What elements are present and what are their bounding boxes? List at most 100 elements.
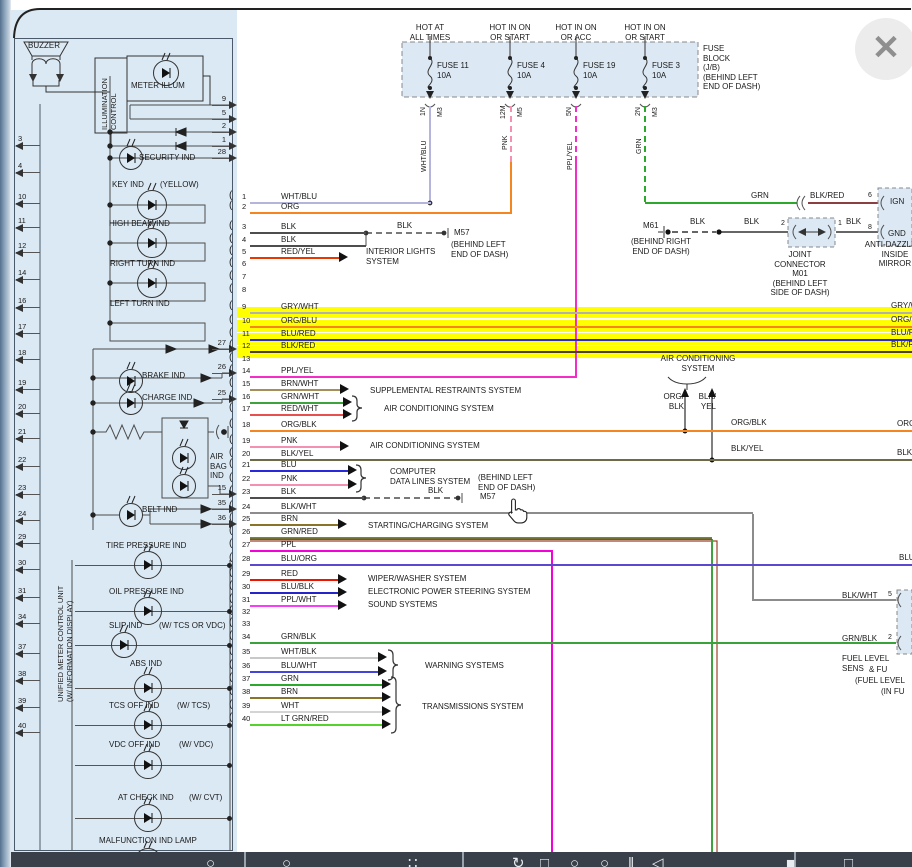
wire-row-number: 26	[242, 527, 250, 536]
conn-pin-m5: M5	[517, 107, 525, 117]
wire-color-label-right: ORG/BLU	[891, 315, 912, 325]
cluster-pin-arrow	[15, 169, 23, 177]
toolbar-button-4[interactable]: ↻	[512, 856, 525, 867]
toolbar-button-2[interactable]: ○	[282, 856, 291, 867]
wire-color-label: PNK	[281, 436, 297, 446]
led-indicator-icon	[169, 465, 199, 499]
key-ind-label: KEY IND	[112, 180, 144, 190]
cluster-pin-number: 23	[18, 483, 26, 492]
wiper-label: WIPER/WASHER SYSTEM	[368, 574, 466, 584]
wire-color-label: PPL/YEL	[281, 366, 313, 376]
wire-color-label-right: BLU/ORG	[899, 553, 912, 563]
wire-row	[250, 671, 379, 673]
wire-row-number: 16	[242, 392, 250, 401]
toolbar-button-7[interactable]: ○	[600, 856, 609, 867]
fuse-block-note: FUSE BLOCK (J/B) (BEHIND LEFT END OF DAS…	[703, 44, 760, 92]
cluster-pin-number: 5	[214, 108, 226, 117]
interior-lights-label: INTERIOR LIGHTS SYSTEM	[366, 247, 435, 266]
wire-row	[250, 711, 383, 713]
toolbar-button-5[interactable]: □	[540, 856, 549, 867]
conn-pin-m3: M3	[437, 107, 445, 117]
row-connector-symbol: (	[229, 352, 232, 364]
wire-color-label: BLK	[281, 487, 296, 497]
cluster-pin-number: 28	[214, 147, 226, 156]
cluster-pin-arrow	[15, 650, 23, 658]
system-arrow	[382, 719, 391, 729]
tcs-off-ind-label: TCS OFF IND	[109, 701, 159, 711]
wire-color-label: LT GRN/RED	[281, 714, 329, 724]
wire-row	[250, 351, 912, 353]
system-arrow	[338, 519, 347, 529]
wire-row-number: 23	[242, 487, 250, 496]
ac-mid-label: AIR CONDITIONING SYSTEM	[650, 354, 746, 373]
wire-color-label: BLU/WHT	[281, 661, 317, 671]
cluster-pin-arrow	[15, 356, 23, 364]
wire-row	[250, 642, 896, 644]
wire-row-number: 6	[242, 259, 246, 268]
wire-row	[250, 470, 349, 472]
mouse-cursor	[505, 498, 531, 526]
cluster-pin-arrow	[15, 704, 23, 712]
cluster-pin-arrow	[15, 330, 23, 338]
fuel-note-3: (FUEL LEVEL	[855, 676, 905, 686]
wire-row-number: 28	[242, 554, 250, 563]
cluster-pin-number: 17	[18, 322, 26, 331]
wire-row-number: 31	[242, 595, 250, 604]
wire-row-number: 13	[242, 354, 250, 363]
joint-connector-note: JOINT CONNECTOR M01 (BEHIND LEFT SIDE OF…	[757, 250, 843, 298]
wire-row-number: 1	[242, 192, 246, 201]
wire-row	[250, 524, 339, 526]
system-arrow	[338, 574, 347, 584]
wire-color-label: BLK/YEL	[281, 449, 313, 459]
toolbar-button-8[interactable]: ‖	[628, 856, 634, 867]
row-connector-symbol: (	[229, 220, 232, 232]
wire-row	[250, 537, 712, 540]
system-arrow	[338, 600, 347, 610]
toolbar-button-1[interactable]: ○	[206, 856, 215, 867]
cluster-pin-number: 15	[214, 483, 226, 492]
conn-pin-5n: 5N	[566, 107, 574, 116]
row-connector-symbol: (	[229, 659, 232, 671]
m57-top-label: M57	[454, 228, 470, 238]
toolbar-button-6[interactable]: ○	[570, 856, 579, 867]
wire-row	[250, 326, 912, 328]
cluster-pin-number: 19	[18, 378, 26, 387]
system-arrow	[382, 692, 391, 702]
row-connector-symbol: (	[229, 270, 232, 282]
row-connector-symbol: (	[229, 712, 232, 724]
toolbar-button-3[interactable]: ∷	[408, 856, 418, 867]
schematic-viewer-page: 3410111214161718192021222324293031343738…	[0, 0, 912, 867]
close-icon: ✕	[872, 28, 901, 68]
toolbar-button-9[interactable]: ◁	[652, 856, 664, 867]
cluster-pin-number: 12	[18, 241, 26, 250]
cluster-pin-arrow	[229, 115, 237, 123]
m57-top-note: (BEHIND LEFT END OF DASH)	[451, 240, 508, 259]
toolbar-divider	[462, 852, 464, 867]
row-connector-symbol: (	[229, 567, 232, 579]
wire-row	[250, 414, 344, 416]
cluster-pin-number: 25	[214, 388, 226, 397]
cluster-pin-arrow	[229, 101, 237, 109]
close-button[interactable]: ✕	[855, 18, 912, 80]
toolbar-button-10[interactable]: ■	[786, 856, 795, 867]
wire-color-label: BLU/RED	[281, 329, 316, 339]
wire-row-number: 21	[242, 460, 250, 469]
gnd-blk: BLK	[846, 217, 861, 227]
tire-pressure-ind-label: TIRE PRESSURE IND	[106, 541, 186, 551]
transmission-label: TRANSMISSIONS SYSTEM	[422, 702, 523, 712]
wire-color-label: ORG	[281, 202, 299, 212]
row-connector-symbol: (	[229, 390, 232, 402]
wire-color-label: ORG/BLU	[281, 316, 317, 326]
cluster-pin-number: 34	[18, 612, 26, 621]
row-connector-symbol: (	[229, 377, 232, 389]
toolbar-button-11[interactable]: □	[844, 856, 853, 867]
cluster-pin-number: 24	[18, 509, 26, 518]
cluster-pin-number: 35	[214, 498, 226, 507]
wire-row-number: 11	[242, 329, 250, 338]
pplyel-vert-label: PPL/YEL	[567, 142, 575, 170]
wire-color-label: RED/YEL	[281, 247, 315, 257]
wire-row-number: 18	[242, 420, 250, 429]
bottom-toolbar[interactable]: ○ ○ ∷ ↻ □ ○ ○ ‖ ◁ ■ □	[11, 852, 912, 867]
joint-pin-2: 2	[781, 220, 785, 228]
slip-ind-label: SLIP IND	[109, 621, 142, 631]
